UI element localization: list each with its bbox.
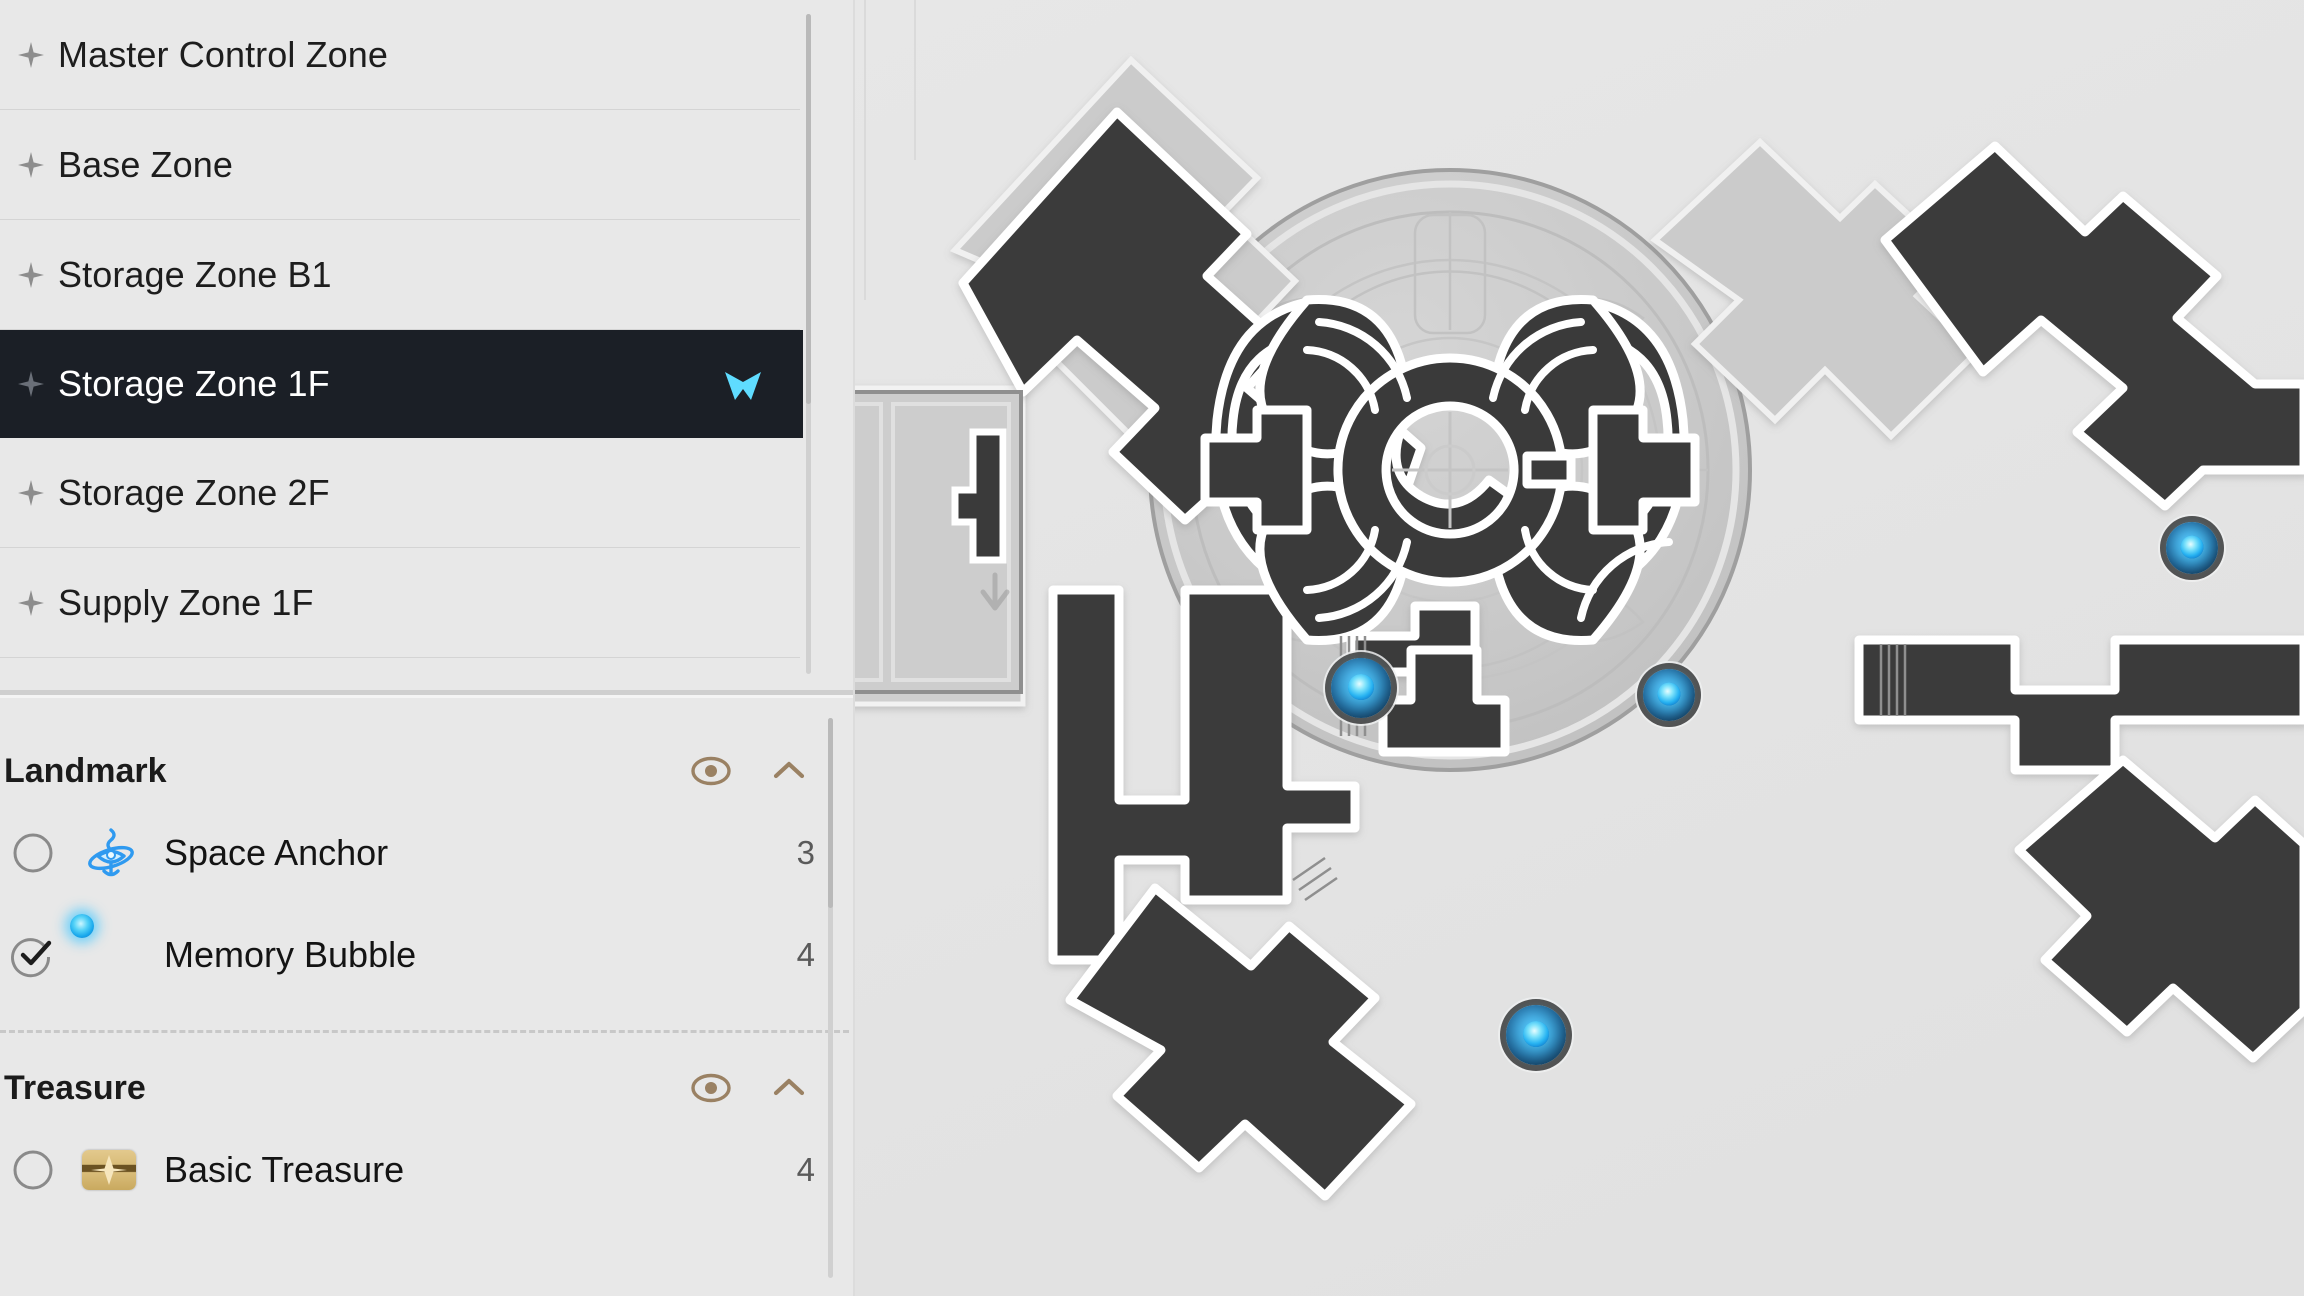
zone-label: Master Control Zone: [58, 34, 389, 75]
zone-list[interactable]: Master Control Zone Base Zone Storage Zo…: [0, 0, 855, 690]
zone-label: Storage Zone 1F: [58, 363, 330, 404]
zone-row-storage-zone-b1[interactable]: Storage Zone B1: [0, 220, 855, 330]
marker-count: 3: [796, 834, 815, 871]
chevron-down-icon[interactable]: [721, 362, 765, 406]
section-header-landmark[interactable]: Landmark: [0, 740, 855, 802]
marker-label: Memory Bubble: [164, 934, 417, 975]
zone-row-supply-zone-1f[interactable]: Supply Zone 1F: [0, 548, 855, 658]
checkbox-unchecked[interactable]: [10, 1147, 56, 1193]
map-screen: Master Control Zone Base Zone Storage Zo…: [0, 0, 2304, 1296]
sparkle-icon: [18, 480, 44, 506]
checkbox-checked[interactable]: [10, 932, 56, 978]
eye-icon[interactable]: [685, 1062, 737, 1114]
marker-row-basic-treasure[interactable]: Basic Treasure 4: [0, 1119, 855, 1221]
zone-row-master-control-zone[interactable]: Master Control Zone: [0, 0, 855, 110]
zone-row-base-zone[interactable]: Base Zone: [0, 110, 855, 220]
sidebar: Master Control Zone Base Zone Storage Zo…: [0, 0, 855, 1296]
zone-row-storage-zone-2f[interactable]: Storage Zone 2F: [0, 438, 855, 548]
zone-list-scrollbar-track[interactable]: [806, 14, 811, 674]
chevron-up-icon[interactable]: [763, 745, 815, 797]
section-separator: [0, 1030, 849, 1033]
zone-label: Base Zone: [58, 144, 234, 185]
section-title: Treasure: [4, 1068, 146, 1107]
map-canvas[interactable]: [855, 0, 2304, 1296]
zone-label: Storage Zone B1: [58, 254, 332, 295]
sparkle-icon: [18, 371, 44, 397]
marker-label: Space Anchor: [164, 832, 389, 873]
map-floorplan: [855, 0, 2304, 1296]
marker-label: Basic Treasure: [164, 1149, 405, 1190]
section-title: Landmark: [4, 751, 167, 790]
memory-bubble-icon: [82, 926, 140, 984]
zone-list-scrollbar-thumb[interactable]: [806, 14, 811, 404]
marker-count: 4: [796, 936, 815, 973]
eye-icon[interactable]: [685, 745, 737, 797]
zone-label: Supply Zone 1F: [58, 582, 314, 623]
treasure-chest-icon: [82, 1141, 140, 1199]
zone-row-storage-zone-1f[interactable]: Storage Zone 1F: [0, 330, 803, 438]
sparkle-icon: [18, 42, 44, 68]
checkbox-unchecked[interactable]: [10, 830, 56, 876]
panel-divider: [0, 690, 855, 704]
marker-row-space-anchor[interactable]: Space Anchor 3: [0, 802, 855, 904]
marker-filter-panel: Landmark Space Anchor 3 Memory Bubble 4 …: [0, 704, 855, 1296]
sidebar-edge: [853, 0, 855, 1296]
sparkle-icon: [18, 262, 44, 288]
space-anchor-icon: [82, 824, 140, 882]
zone-label: Storage Zone 2F: [58, 472, 330, 513]
marker-row-memory-bubble[interactable]: Memory Bubble 4: [0, 904, 855, 1006]
filter-scrollbar-thumb[interactable]: [828, 718, 833, 908]
sparkle-icon: [18, 590, 44, 616]
section-header-treasure[interactable]: Treasure: [0, 1057, 855, 1119]
row-divider: [0, 657, 800, 658]
marker-count: 4: [796, 1151, 815, 1188]
chevron-up-icon[interactable]: [763, 1062, 815, 1114]
filter-scrollbar-track[interactable]: [828, 718, 833, 1278]
sparkle-icon: [18, 152, 44, 178]
